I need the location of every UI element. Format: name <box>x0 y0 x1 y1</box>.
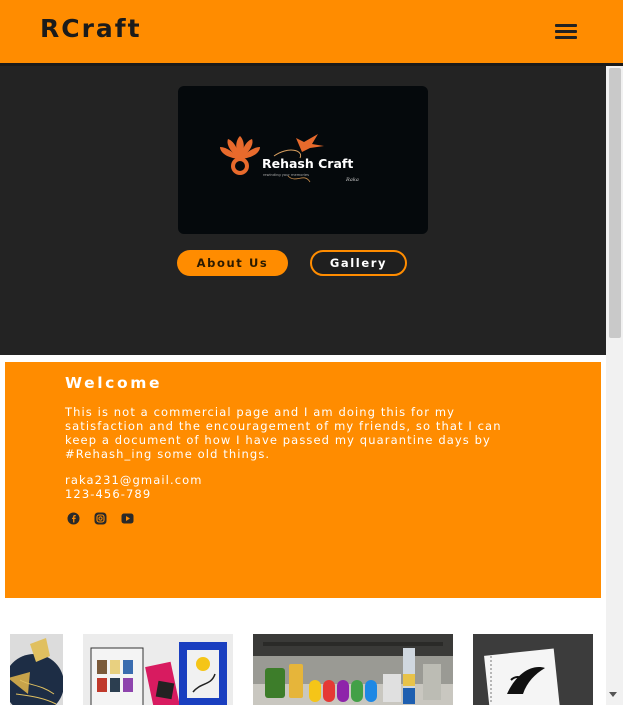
hamburger-menu-icon[interactable] <box>555 24 577 40</box>
contact-email[interactable]: raka231@gmail.com <box>65 473 203 487</box>
welcome-section: Welcome This is not a commercial page an… <box>5 362 601 598</box>
craft-photo-painted-frames-icon[interactable] <box>83 634 233 705</box>
welcome-title: Welcome <box>65 374 163 392</box>
craft-photo-colored-bottles-icon[interactable] <box>253 634 453 705</box>
about-us-button[interactable]: About Us <box>177 250 288 276</box>
scroll-down-arrow-icon[interactable] <box>609 692 617 697</box>
logo-signature: Raka <box>345 177 359 183</box>
top-navbar: RCraft <box>0 0 623 63</box>
craft-photo-sketchbook-icon[interactable] <box>473 634 593 705</box>
scrollbar-thumb[interactable] <box>609 68 621 338</box>
logo-wordmark: Rehash Craft <box>262 156 353 171</box>
gallery-button[interactable]: Gallery <box>310 250 407 276</box>
youtube-icon[interactable] <box>121 512 134 525</box>
logo-tagline: rewinding your memories <box>263 173 309 177</box>
contact-phone: 123-456-789 <box>65 487 152 501</box>
instagram-icon[interactable] <box>94 512 107 525</box>
welcome-description: This is not a commercial page and I am d… <box>65 405 502 461</box>
brand-name[interactable]: RCraft <box>40 14 142 43</box>
rehash-craft-logo-icon: Rehash Craft rewinding your memories Rak… <box>178 86 428 234</box>
hero-section: Rehash Craft rewinding your memories Rak… <box>0 66 606 355</box>
facebook-icon[interactable] <box>67 512 80 525</box>
craft-photo-blue-gold-icon[interactable] <box>10 634 63 705</box>
